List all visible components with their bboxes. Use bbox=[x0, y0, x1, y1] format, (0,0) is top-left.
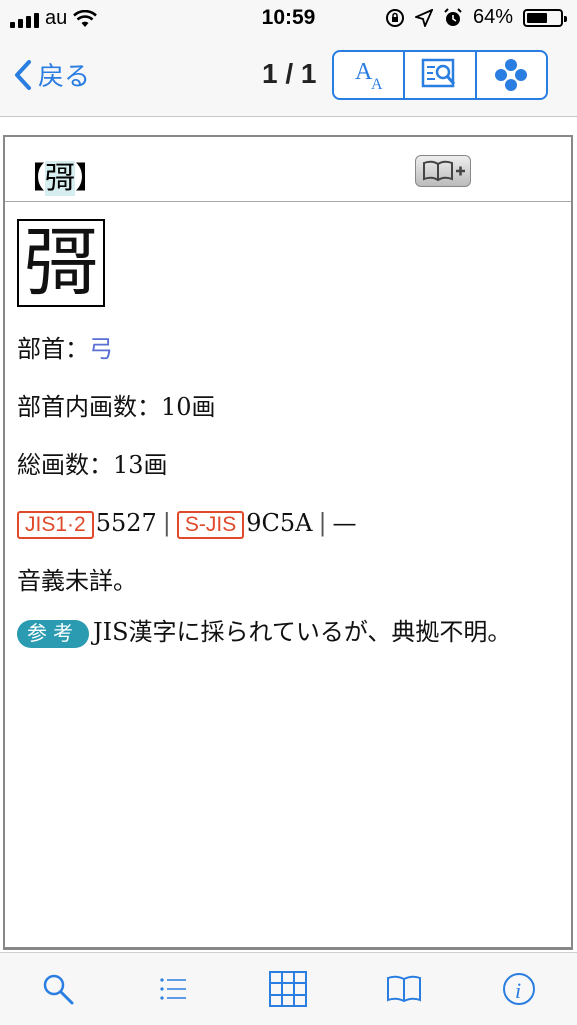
book-plus-icon bbox=[423, 160, 465, 182]
status-right: 64% bbox=[385, 6, 567, 29]
battery-icon bbox=[523, 8, 567, 27]
radical-line: 部首：弓 bbox=[17, 331, 561, 367]
list-icon bbox=[160, 978, 187, 1000]
info-icon: i bbox=[503, 973, 536, 1005]
chevron-left-icon bbox=[15, 59, 31, 90]
status-bar: au 10:59 64% bbox=[0, 0, 577, 38]
orientation-lock-icon bbox=[385, 8, 404, 27]
navigation-bar: 戻る 1 / 1 A A bbox=[0, 38, 577, 117]
location-icon bbox=[414, 8, 433, 27]
svg-text:A: A bbox=[371, 76, 383, 93]
tab-search[interactable] bbox=[28, 964, 88, 1014]
sjis-tag: S-JIS bbox=[176, 511, 245, 539]
font-size-icon: A A bbox=[355, 59, 383, 93]
battery-fill bbox=[527, 12, 547, 23]
radical-label: 部首： bbox=[17, 335, 89, 363]
search-in-page-button[interactable] bbox=[403, 52, 474, 98]
grid-icon bbox=[269, 971, 308, 1007]
headword-open-bracket: 【 bbox=[15, 161, 45, 196]
total-strokes-line: 総画数：13画 bbox=[17, 451, 168, 479]
back-label: 戻る bbox=[38, 62, 91, 92]
add-bookmark-button[interactable] bbox=[415, 155, 471, 187]
reference-paragraph: 参考 JIS漢字に採られているが、典拠不明。 bbox=[17, 607, 561, 657]
back-button[interactable]: 戻る bbox=[14, 56, 90, 93]
book-icon bbox=[386, 975, 421, 1003]
toolbar-segmented-control: A A bbox=[332, 50, 548, 100]
separator: | bbox=[318, 509, 327, 537]
headword-close-bracket: 】 bbox=[75, 161, 105, 196]
tab-list[interactable] bbox=[143, 964, 203, 1014]
search-in-page-icon bbox=[421, 58, 456, 88]
svg-text:i: i bbox=[515, 978, 521, 1003]
options-button[interactable] bbox=[474, 52, 546, 98]
entry-card: 【彁】 彁 部首：弓 部首内画数：10画 総画数：13画 JIS1·2 5527 |… bbox=[3, 135, 573, 950]
sjis-value: 9C5A bbox=[246, 509, 313, 537]
page-counter: 1 / 1 bbox=[262, 58, 317, 89]
kanji-display: 彁 bbox=[17, 219, 105, 307]
separator: | bbox=[162, 509, 171, 537]
battery-tip bbox=[564, 15, 567, 22]
jis-tag: JIS1·2 bbox=[17, 511, 94, 539]
alarm-icon bbox=[444, 7, 462, 26]
unicode-value: — bbox=[332, 509, 357, 537]
inner-strokes-line: 部首内画数：10画 bbox=[17, 393, 216, 421]
tab-book[interactable] bbox=[374, 964, 434, 1014]
headword-char: 彁 bbox=[45, 161, 75, 196]
radical-link[interactable]: 弓 bbox=[89, 335, 113, 363]
meaning-line: 音義未詳。 bbox=[17, 567, 137, 595]
entry-header: 【彁】 bbox=[5, 137, 571, 202]
reference-tag: 参考 bbox=[17, 620, 89, 648]
battery-percent: 64% bbox=[472, 6, 513, 28]
jis-value: 5527 bbox=[95, 509, 157, 537]
reference-text: JIS漢字に採られているが、典拠不明。 bbox=[93, 618, 512, 646]
search-icon bbox=[43, 974, 74, 1005]
font-size-button[interactable]: A A bbox=[334, 52, 403, 98]
tab-grid[interactable] bbox=[258, 964, 318, 1014]
options-icon bbox=[495, 59, 528, 91]
code-line: JIS1·2 5527 | S-JIS 9C5A | — bbox=[17, 505, 561, 541]
tab-bar: i bbox=[0, 952, 577, 1025]
headword: 【彁】 bbox=[15, 153, 105, 197]
tab-info[interactable]: i bbox=[489, 964, 549, 1014]
entry-body: 彁 部首：弓 部首内画数：10画 総画数：13画 JIS1·2 5527 | S-JI… bbox=[17, 219, 561, 657]
